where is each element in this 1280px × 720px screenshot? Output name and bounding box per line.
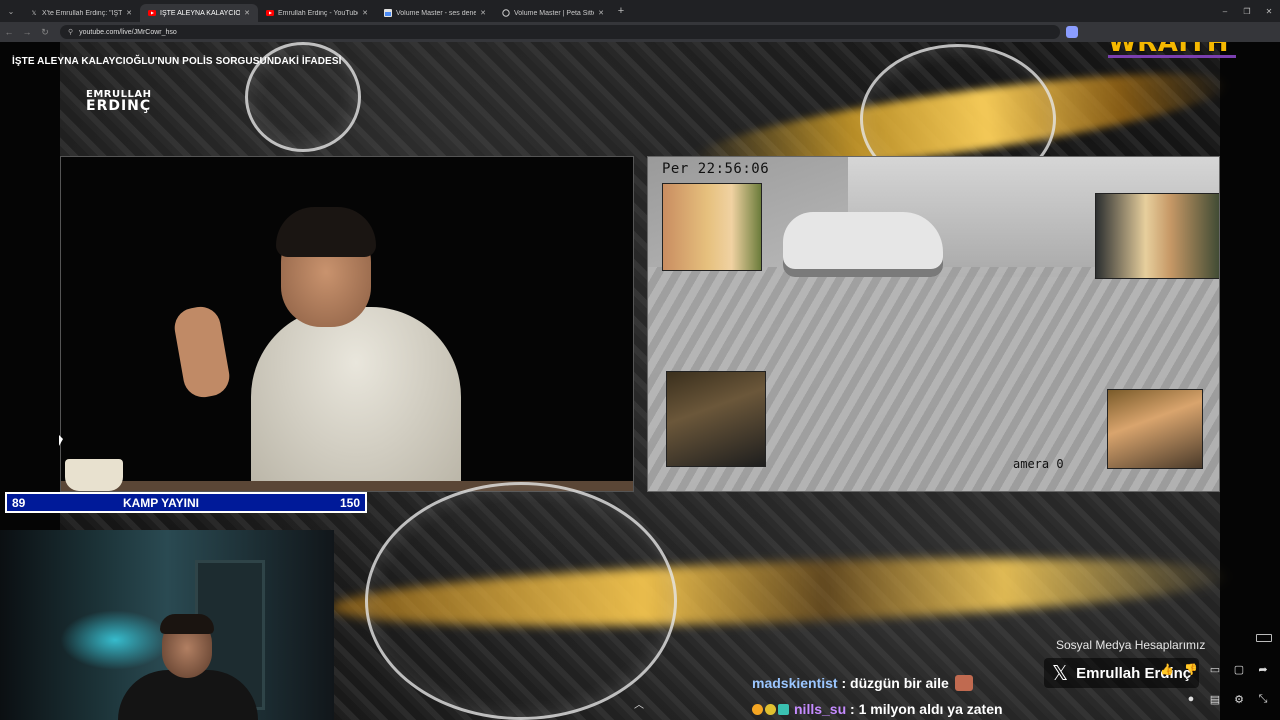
new-tab-icon[interactable]: + (612, 5, 630, 17)
chat-username: nills_su (794, 701, 847, 717)
back-icon[interactable]: ← (0, 27, 18, 37)
chat-icon[interactable]: ▢ (1230, 660, 1248, 678)
inset-photo (1107, 389, 1203, 469)
cctv-camera-label: amera 0 (1013, 457, 1064, 471)
close-icon[interactable]: ✕ (598, 9, 604, 17)
keyboard-shortcut-icon[interactable] (1256, 634, 1272, 642)
address-bar-row: ← → ↻ ⚲ youtube.com/live/JMrCowr_hso (0, 22, 1280, 42)
browser-tab[interactable]: Emrullah Erdinç - YouTube ✕ (258, 4, 376, 22)
browser-tab-active[interactable]: İŞTE ALEYNA KALAYCIOĞLU ✕ (140, 4, 258, 22)
browser-tab[interactable]: Volume Master - ses denetleyic ✕ (376, 4, 494, 22)
cup (65, 459, 123, 491)
comment-icon[interactable]: ▭ (1206, 660, 1224, 678)
fullscreen-exit-icon[interactable]: ⤡ (1254, 690, 1272, 708)
inset-photo (1095, 193, 1219, 279)
player-side-controls: 👍 👎 ▭ ▢ ➦ ● ▤ ⚙ ⤡ (1158, 660, 1272, 708)
close-icon[interactable]: ✕ (362, 9, 368, 17)
chat-emote-icon (954, 675, 973, 691)
chrome-webstore-icon (384, 9, 392, 17)
cctv-car (783, 212, 943, 277)
close-icon[interactable]: ✕ (480, 9, 486, 17)
browser-tab-bar: ⌄ 𝕏 X'te Emrullah Erdinç: "İŞTE ALEY... … (0, 0, 1280, 22)
cctv-footage-panel: Per 22:56:06 amera 0 (647, 156, 1220, 492)
autoplay-icon[interactable]: ● (1182, 690, 1200, 708)
kamp-label: KAMP YAYINI (122, 495, 199, 510)
chat-message: madskientist : düzgün bir aile (752, 670, 1003, 696)
badge-icon (752, 703, 763, 715)
host-hair (276, 207, 376, 257)
minimize-icon[interactable]: – (1214, 0, 1236, 22)
chat-message: nills_su : 1 milyon aldı ya zaten (752, 696, 1003, 720)
streamer-hair (160, 614, 214, 634)
logo-line: ERDINÇ (86, 98, 152, 114)
close-icon[interactable]: ✕ (244, 9, 250, 17)
share-icon[interactable]: ➦ (1254, 660, 1272, 678)
sponsor-underline (1108, 55, 1236, 58)
tab-search-icon[interactable]: ⌄ (0, 0, 22, 22)
chat-text: düzgün bir aile (850, 675, 949, 691)
stream-video[interactable]: İŞTE ALEYNA KALAYCIOĞLU'NUN POLİS SORGUS… (0, 42, 1280, 720)
channel-logo: EMRULLAH ERDINÇ (86, 90, 168, 114)
dislike-icon[interactable]: 👎 (1182, 660, 1200, 678)
streamer-webcam (0, 530, 334, 720)
tab-title: Volume Master - ses denetleyic (396, 9, 477, 17)
chevron-up-icon[interactable]: ︿ (634, 696, 644, 711)
site-info-icon[interactable]: ⚲ (68, 28, 73, 36)
chat-text: 1 milyon aldı ya zaten (858, 701, 1003, 717)
chat-separator: : (837, 675, 851, 691)
close-window-icon[interactable]: ✕ (1258, 0, 1280, 22)
address-bar[interactable]: ⚲ youtube.com/live/JMrCowr_hso (60, 25, 1060, 39)
host-body (251, 307, 461, 491)
inset-photo (662, 183, 762, 271)
kamp-yayini-bar: 89 KAMP YAYINI 150 (5, 492, 367, 513)
tab-title: Volume Master | Peta Sittek (514, 9, 595, 17)
tab-title: İŞTE ALEYNA KALAYCIOĞLU (160, 9, 241, 17)
youtube-icon (266, 9, 274, 17)
like-icon[interactable]: 👍 (1158, 660, 1176, 678)
window-controls: – ❐ ✕ (1214, 0, 1280, 22)
restore-icon[interactable]: ❐ (1236, 0, 1258, 22)
browser-tab[interactable]: 𝕏 X'te Emrullah Erdinç: "İŞTE ALEY... ✕ (22, 4, 140, 22)
youtube-icon (148, 9, 156, 17)
tab-title: X'te Emrullah Erdinç: "İŞTE ALEY... (42, 9, 123, 17)
magnifier-graphic (365, 482, 677, 720)
badge-icon (765, 703, 776, 715)
chat-separator: : (846, 701, 859, 717)
x-logo-icon: 𝕏 (1052, 661, 1069, 685)
kamp-right-count: 150 (339, 495, 360, 510)
chat-username: madskientist (752, 675, 838, 691)
chat-overlay: madskientist : düzgün bir aile nills_su … (752, 670, 1003, 720)
browser-tab[interactable]: Volume Master | Peta Sittek ✕ (494, 4, 612, 22)
inset-photo (666, 371, 766, 467)
badge-icon (778, 703, 789, 715)
url-text: youtube.com/live/JMrCowr_hso (79, 28, 177, 36)
close-icon[interactable]: ✕ (126, 9, 132, 17)
stream-topic-title: İŞTE ALEYNA KALAYCIOĞLU'NUN POLİS SORGUS… (12, 56, 342, 67)
chat-badges (752, 703, 791, 715)
social-media-label: Sosyal Medya Hesaplarımız (1056, 638, 1206, 652)
extension-icon[interactable] (1066, 26, 1078, 38)
x-logo-icon: 𝕏 (31, 10, 37, 17)
ambient-light (60, 610, 170, 670)
subtitles-icon[interactable]: ▤ (1206, 690, 1224, 708)
mouse-cursor (59, 435, 63, 446)
host-hand (171, 303, 233, 401)
globe-icon (502, 9, 510, 17)
reload-icon[interactable]: ↻ (36, 27, 54, 38)
cctv-timestamp: Per 22:56:06 (662, 161, 770, 177)
host-video-panel (60, 156, 634, 492)
forward-icon[interactable]: → (18, 27, 36, 37)
tab-title: Emrullah Erdinç - YouTube (278, 9, 359, 17)
settings-gear-icon[interactable]: ⚙ (1230, 690, 1248, 708)
